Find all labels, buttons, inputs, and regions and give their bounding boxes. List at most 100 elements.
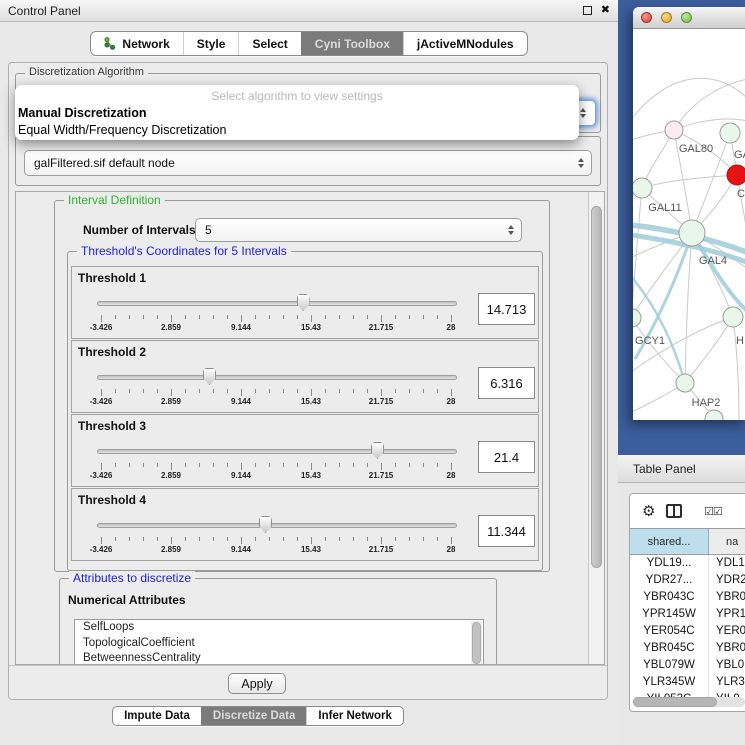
control-panel-titlebar: Control Panel ✖ bbox=[0, 0, 618, 22]
threshold-value-field[interactable]: 21.4 bbox=[478, 441, 535, 473]
network-node-label: GAL80 bbox=[679, 143, 713, 155]
slider-tick bbox=[325, 389, 326, 393]
table-row[interactable]: YDR27...YDR2 bbox=[630, 572, 745, 589]
tab-infer-network[interactable]: Infer Network bbox=[306, 707, 403, 725]
cell-shared-name: YER054C bbox=[630, 623, 709, 640]
table-horizontal-scrollbar[interactable] bbox=[633, 697, 745, 707]
slider-tick bbox=[297, 389, 298, 393]
attribute-list-item[interactable]: TopologicalCoefficient bbox=[75, 636, 483, 652]
table-row[interactable]: YBR043CYBR0 bbox=[630, 589, 745, 606]
table-row[interactable]: YPR145WYPR1 bbox=[630, 606, 745, 623]
tab-jactivemnodules[interactable]: jActiveMNodules bbox=[403, 32, 527, 55]
network-node[interactable] bbox=[679, 220, 705, 246]
slider-thumb[interactable] bbox=[259, 516, 272, 533]
settings-vertical-scrollbar[interactable] bbox=[588, 192, 604, 664]
algorithm-option-equal-width[interactable]: Equal Width/Frequency Discretization bbox=[18, 123, 226, 137]
apply-button[interactable]: Apply bbox=[228, 673, 286, 694]
gear-icon[interactable]: ⚙ bbox=[642, 504, 655, 519]
threshold-slider[interactable]: -3.4262.8599.14415.4321.71528 bbox=[97, 441, 457, 483]
slider-track[interactable] bbox=[97, 523, 457, 528]
slider-tick bbox=[325, 315, 326, 319]
slider-tick bbox=[353, 315, 354, 319]
bottom-tab-group: Impute DataDiscretize DataInfer Network bbox=[112, 706, 404, 726]
slider-tick-label: 9.144 bbox=[231, 323, 251, 332]
table-row[interactable]: YBL079WYBL0 bbox=[630, 657, 745, 674]
slider-tick-label: -3.426 bbox=[90, 397, 113, 406]
column-header-name[interactable]: na bbox=[709, 529, 745, 554]
slider-tick bbox=[353, 463, 354, 467]
slider-tick-label: 15.43 bbox=[301, 323, 321, 332]
slider-tick bbox=[199, 315, 200, 319]
slider-thumb[interactable] bbox=[371, 442, 384, 459]
network-canvas[interactable]: GAL80GACGAL11GAL4GCY1HHAP2 bbox=[633, 29, 745, 420]
slider-tick bbox=[395, 537, 396, 541]
combo-spinner-icon bbox=[508, 225, 514, 235]
slider-track[interactable] bbox=[97, 449, 457, 454]
settings-scrollbar-thumb[interactable] bbox=[591, 206, 602, 568]
network-edge bbox=[642, 175, 737, 188]
table-row[interactable]: YDL19...YDL1 bbox=[630, 555, 745, 572]
slider-thumb[interactable] bbox=[203, 368, 216, 385]
attributes-scrollbar[interactable] bbox=[471, 621, 482, 665]
threshold-panel-3: Threshold 3-3.4262.8599.14415.4321.71528… bbox=[71, 414, 539, 487]
table-hscrollbar-thumb[interactable] bbox=[633, 697, 717, 707]
network-node[interactable] bbox=[665, 121, 683, 139]
tab-style[interactable]: Style bbox=[183, 32, 239, 55]
zoom-traffic-light-icon[interactable] bbox=[681, 12, 692, 23]
slider-tick bbox=[269, 315, 270, 319]
threshold-value-field[interactable]: 11.344 bbox=[478, 515, 535, 547]
network-node[interactable] bbox=[720, 123, 740, 143]
network-edge bbox=[674, 79, 745, 130]
slider-tick bbox=[353, 537, 354, 541]
threshold-slider[interactable]: -3.4262.8599.14415.4321.71528 bbox=[97, 367, 457, 409]
network-node[interactable] bbox=[723, 307, 743, 327]
network-node[interactable] bbox=[633, 309, 641, 327]
network-node-label: GAL11 bbox=[648, 202, 681, 214]
attributes-scrollbar-thumb[interactable] bbox=[472, 622, 481, 664]
table-row[interactable]: YLR345WYLR3 bbox=[630, 674, 745, 691]
table-panel-title: Table Panel bbox=[633, 462, 696, 476]
slider-tick bbox=[171, 537, 172, 544]
slider-thumb[interactable] bbox=[297, 294, 310, 311]
threshold-value-field[interactable]: 14.713 bbox=[478, 293, 535, 325]
network-node[interactable] bbox=[705, 410, 723, 420]
column-header-shared-name[interactable]: shared... bbox=[630, 529, 709, 554]
slider-tick bbox=[423, 537, 424, 541]
attribute-list-item[interactable]: BetweennessCentrality bbox=[75, 651, 483, 665]
slider-tick-label: 2.859 bbox=[161, 545, 181, 554]
threshold-slider[interactable]: -3.4262.8599.14415.4321.71528 bbox=[97, 515, 457, 557]
slider-tick bbox=[213, 463, 214, 467]
slider-tick bbox=[115, 389, 116, 393]
tab-network[interactable]: Network bbox=[91, 32, 182, 55]
tab-impute-data[interactable]: Impute Data bbox=[113, 707, 201, 725]
table-data-combo[interactable]: galFiltered.sif default node bbox=[24, 150, 592, 176]
table-row[interactable]: YER054CYER0 bbox=[630, 623, 745, 640]
algorithm-option-manual[interactable]: Manual Discretization bbox=[18, 106, 147, 120]
threshold-value-field[interactable]: 6.316 bbox=[478, 367, 535, 399]
cell-shared-name: YPR145W bbox=[630, 606, 709, 623]
tab-cyni-toolbox[interactable]: Cyni Toolbox bbox=[301, 32, 403, 55]
slider-tick bbox=[325, 463, 326, 467]
minimize-traffic-light-icon[interactable] bbox=[661, 12, 672, 23]
columns-icon[interactable] bbox=[666, 504, 682, 518]
number-of-intervals-combo[interactable]: 5 bbox=[195, 218, 522, 242]
close-traffic-light-icon[interactable] bbox=[641, 12, 652, 23]
tab-discretize-data[interactable]: Discretize Data bbox=[201, 707, 306, 725]
slider-tick bbox=[381, 537, 382, 544]
slider-tick bbox=[241, 315, 242, 322]
cell-name: YER0 bbox=[709, 623, 745, 640]
threshold-slider[interactable]: -3.4262.8599.14415.4321.71528 bbox=[97, 293, 457, 335]
table-row[interactable]: YBR045CYBR0 bbox=[630, 640, 745, 657]
close-icon[interactable]: ✖ bbox=[601, 5, 610, 16]
network-node[interactable] bbox=[633, 178, 652, 198]
slider-tick bbox=[423, 315, 424, 319]
numerical-attributes-list[interactable]: SelfLoopsTopologicalCoefficientBetweenne… bbox=[74, 619, 484, 665]
attribute-list-item[interactable]: SelfLoops bbox=[75, 620, 483, 636]
checkboxes-icon[interactable]: ☑☑ bbox=[704, 505, 722, 518]
network-node[interactable] bbox=[676, 374, 694, 392]
float-window-icon[interactable] bbox=[583, 6, 592, 15]
slider-track[interactable] bbox=[97, 301, 457, 306]
tab-select[interactable]: Select bbox=[238, 32, 300, 55]
slider-track[interactable] bbox=[97, 375, 457, 380]
network-node[interactable] bbox=[727, 165, 745, 185]
